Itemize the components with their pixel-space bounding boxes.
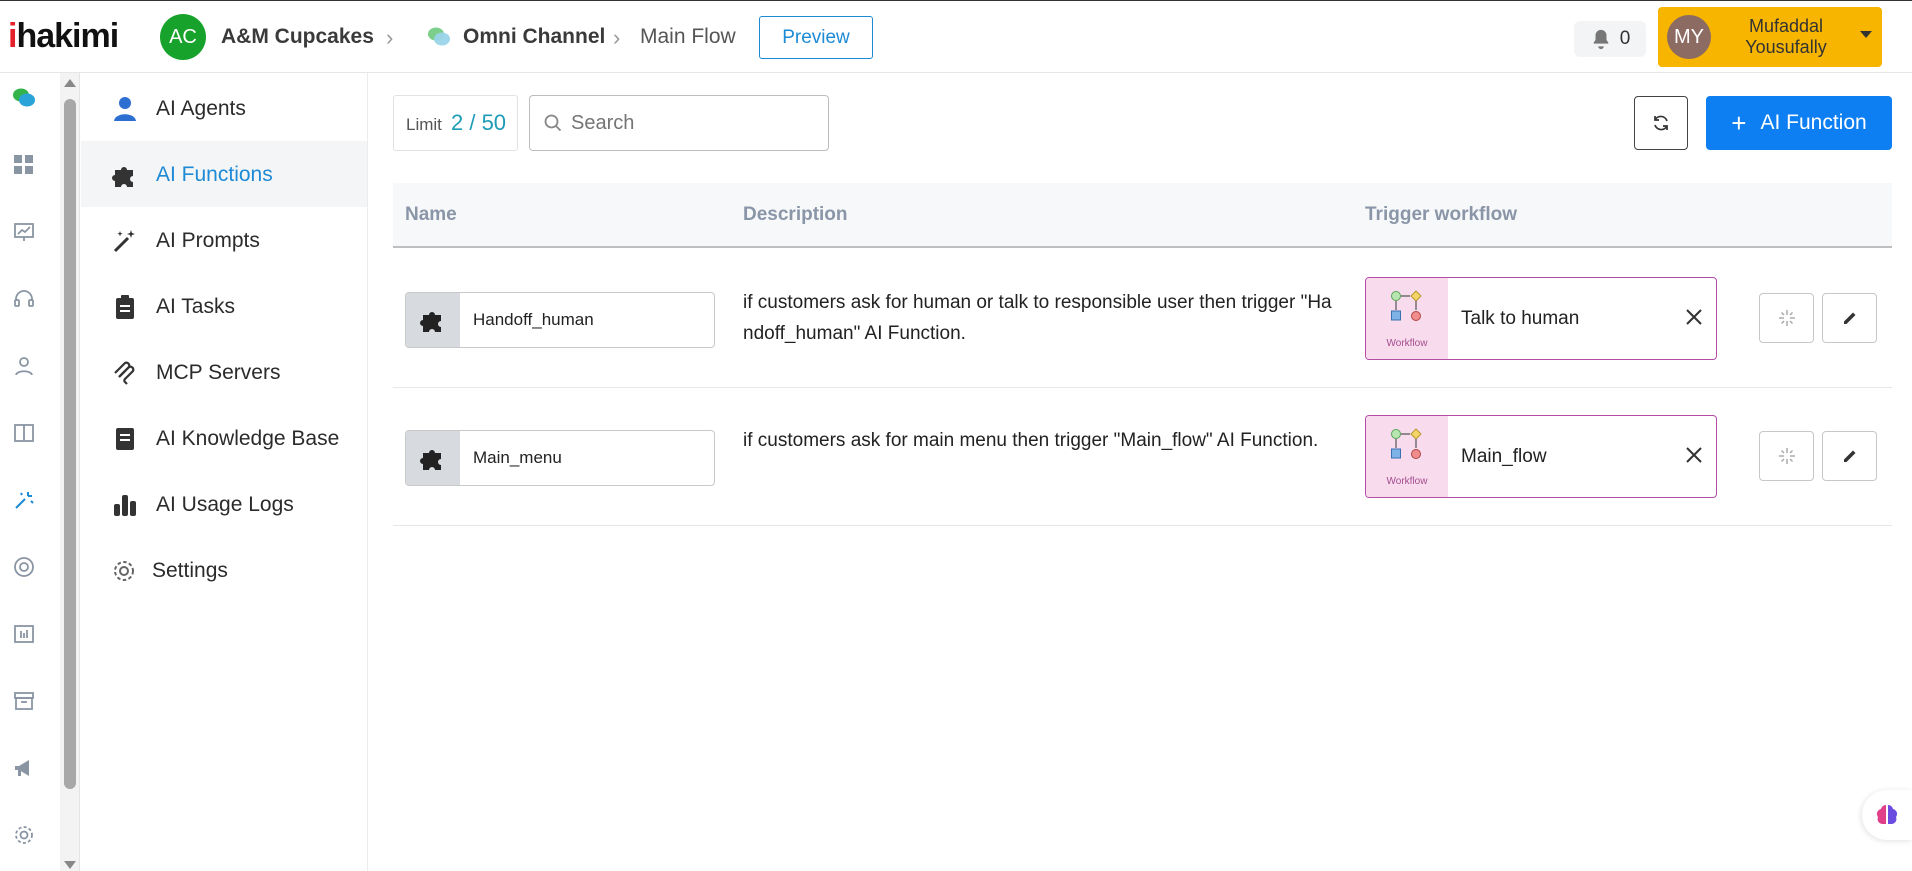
table-header: Name Description Trigger workflow xyxy=(393,183,1892,248)
scroll-down-arrow-icon[interactable] xyxy=(64,861,76,869)
brain-icon xyxy=(1876,804,1898,825)
pencil-icon xyxy=(1843,450,1855,462)
breadcrumb-flow[interactable]: Main Flow xyxy=(640,25,736,49)
function-name-field[interactable]: Handoff_human xyxy=(405,292,715,348)
sidebar-item-ai-knowledge-base[interactable]: AI Knowledge Base xyxy=(81,405,367,471)
limit-value: 2 / 50 xyxy=(451,110,507,135)
breadcrumb-channel[interactable]: Omni Channel xyxy=(463,25,605,49)
top-bar: ihakimi AC A&M Cupcakes › Omni Channel ›… xyxy=(0,0,1912,73)
plus-icon: + xyxy=(1731,108,1747,138)
ai-run-button[interactable] xyxy=(1759,431,1814,481)
mcp-icon xyxy=(114,361,135,385)
column-header-name[interactable]: Name xyxy=(405,204,457,226)
column-header-trigger-workflow[interactable]: Trigger workflow xyxy=(1365,204,1517,226)
magic-wand-icon xyxy=(113,230,135,253)
preview-button[interactable]: Preview xyxy=(759,16,873,59)
table-row: Main_menu if customers ask for main menu… xyxy=(393,388,1892,526)
lifebuoy-icon[interactable] xyxy=(11,554,37,580)
edit-button[interactable] xyxy=(1822,293,1877,343)
scrollbar-thumb[interactable] xyxy=(64,99,76,789)
omni-channel-icon xyxy=(426,24,452,55)
sidebar-item-settings[interactable]: Settings xyxy=(81,537,367,603)
puzzle-icon xyxy=(406,431,460,485)
function-name: Main_menu xyxy=(473,448,562,467)
workflow-thumbnail: Workflow xyxy=(1366,416,1448,497)
search-input[interactable] xyxy=(571,112,811,135)
chevron-right-icon: › xyxy=(386,25,394,50)
trigger-workflow-card[interactable]: Workflow Main_flow xyxy=(1365,415,1717,498)
workflow-name: Main_flow xyxy=(1461,446,1547,467)
search-icon xyxy=(544,114,562,132)
limit-label: Limit xyxy=(406,115,442,134)
ai-assistant-button[interactable] xyxy=(1862,790,1912,840)
close-icon[interactable] xyxy=(1684,445,1704,465)
sidebar-item-ai-usage-logs[interactable]: AI Usage Logs xyxy=(81,471,367,537)
sidebar-item-ai-agents[interactable]: AI Agents xyxy=(81,75,367,141)
caret-down-icon xyxy=(1860,31,1872,38)
user-menu-button[interactable]: MY Mufaddal Yousufally xyxy=(1658,7,1882,67)
workflow-caption: Workflow xyxy=(1386,338,1428,349)
refresh-icon xyxy=(1654,115,1668,131)
workflow-icon xyxy=(1391,428,1422,459)
bar-chart-icon xyxy=(114,495,136,516)
column-header-description[interactable]: Description xyxy=(743,204,848,226)
org-avatar[interactable]: AC xyxy=(160,14,206,60)
puzzle-icon xyxy=(112,167,133,187)
function-description: if customers ask for main menu then trig… xyxy=(743,430,1319,451)
function-name-field[interactable]: Main_menu xyxy=(405,430,715,486)
sparkle-icon xyxy=(1778,310,1795,326)
scroll-up-arrow-icon[interactable] xyxy=(64,79,76,87)
ai-run-button[interactable] xyxy=(1759,293,1814,343)
workflow-name: Talk to human xyxy=(1461,308,1580,329)
add-ai-function-label: AI Function xyxy=(1760,111,1867,134)
icon-rail xyxy=(0,73,60,871)
refresh-button[interactable] xyxy=(1634,96,1688,150)
analytics-icon[interactable] xyxy=(11,219,37,245)
workflow-thumbnail: Workflow xyxy=(1366,278,1448,359)
headset-icon[interactable] xyxy=(11,286,37,312)
gear-icon xyxy=(114,561,134,581)
function-name: Handoff_human xyxy=(473,310,594,329)
book-icon[interactable] xyxy=(11,420,37,446)
ai-sidebar: AI Agents AI Functions AI Prompts AI Tas… xyxy=(81,73,368,871)
dashboard-icon[interactable] xyxy=(11,152,37,178)
agent-icon xyxy=(114,97,136,121)
contacts-icon[interactable] xyxy=(11,353,37,379)
clipboard-icon xyxy=(116,295,134,319)
sidebar-item-ai-prompts[interactable]: AI Prompts xyxy=(81,207,367,273)
pencil-icon xyxy=(1843,312,1855,324)
workflow-caption: Workflow xyxy=(1386,476,1428,487)
notifications-button[interactable]: 0 xyxy=(1574,21,1646,57)
sidebar-item-mcp-servers[interactable]: MCP Servers xyxy=(81,339,367,405)
close-icon[interactable] xyxy=(1684,307,1704,327)
ihakimi-logo[interactable]: ihakimi xyxy=(8,17,119,56)
edit-button[interactable] xyxy=(1822,431,1877,481)
book-icon xyxy=(116,428,134,450)
add-ai-function-button[interactable]: + AI Function xyxy=(1706,96,1892,150)
chat-bubbles-icon[interactable] xyxy=(11,85,37,111)
sparkle-icon xyxy=(1778,448,1795,464)
limit-indicator: Limit 2 / 50 xyxy=(393,95,518,151)
main-content: Limit 2 / 50 + AI Function Name Descript… xyxy=(368,73,1912,871)
archive-icon[interactable] xyxy=(11,688,37,714)
sidebar-item-ai-tasks[interactable]: AI Tasks xyxy=(81,273,367,339)
bell-icon xyxy=(1593,29,1609,50)
function-description: if customers ask for human or talk to re… xyxy=(743,292,1332,344)
breadcrumb-org[interactable]: A&M Cupcakes xyxy=(221,25,374,49)
sidebar-item-ai-functions[interactable]: AI Functions xyxy=(81,141,367,207)
table-row: Handoff_human if customers ask for human… xyxy=(393,250,1892,388)
trigger-workflow-card[interactable]: Workflow Talk to human xyxy=(1365,277,1717,360)
megaphone-icon[interactable] xyxy=(11,755,37,781)
user-name: Mufaddal Yousufally xyxy=(1745,16,1827,57)
rail-scrollbar[interactable] xyxy=(60,73,80,871)
settings-icon[interactable] xyxy=(11,822,37,848)
puzzle-icon xyxy=(406,293,460,347)
workflow-icon xyxy=(1391,290,1422,321)
search-box[interactable] xyxy=(529,95,829,151)
chevron-right-icon: › xyxy=(613,25,621,50)
ai-spark-icon[interactable] xyxy=(11,487,37,513)
report-icon[interactable] xyxy=(11,621,37,647)
notification-count: 0 xyxy=(1619,28,1631,49)
user-avatar: MY xyxy=(1667,15,1711,59)
